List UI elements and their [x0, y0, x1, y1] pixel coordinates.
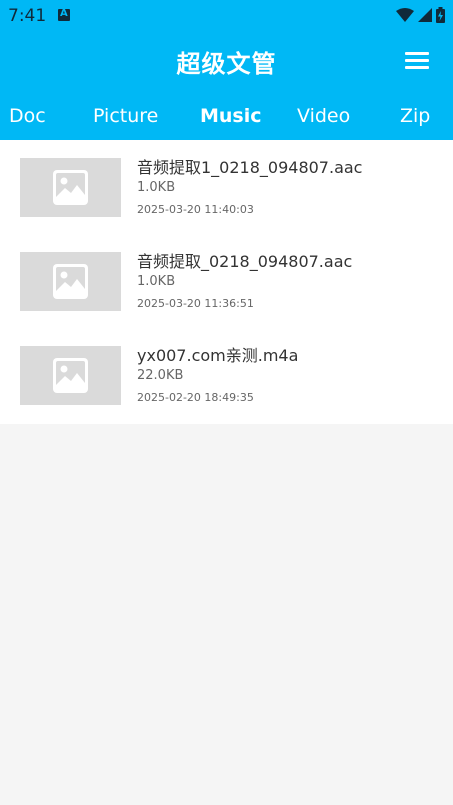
app-title: 超级文管 [176, 50, 277, 78]
tab-video[interactable]: Video [297, 105, 350, 127]
app-bar: 超级文管 [0, 30, 453, 92]
file-item[interactable]: 音频提取1_0218_094807.aac 1.0KB 2025-03-20 1… [0, 140, 453, 234]
file-name: 音频提取_0218_094807.aac [137, 252, 353, 271]
tab-zip[interactable]: Zip [400, 105, 430, 127]
file-date: 2025-03-20 11:40:03 [137, 203, 254, 216]
tab-picture[interactable]: Picture [93, 105, 158, 127]
status-time: 7:41 [8, 6, 47, 26]
image-placeholder-icon [53, 264, 88, 299]
wifi-icon [396, 8, 414, 22]
signal-icon [418, 8, 432, 22]
tab-bar: Doc Picture Music Video Zip [0, 92, 453, 140]
file-list: 音频提取1_0218_094807.aac 1.0KB 2025-03-20 1… [0, 140, 453, 424]
status-icons [396, 6, 445, 24]
tab-doc[interactable]: Doc [9, 105, 46, 127]
menu-line [405, 59, 429, 62]
image-placeholder-icon [53, 170, 88, 205]
file-size: 1.0KB [137, 274, 176, 289]
file-thumbnail [20, 158, 121, 217]
file-date: 2025-03-20 11:36:51 [137, 297, 254, 310]
file-thumbnail [20, 346, 121, 405]
image-placeholder-icon [53, 358, 88, 393]
status-bar: 7:41 [0, 0, 453, 30]
battery-icon [436, 7, 445, 23]
file-name: 音频提取1_0218_094807.aac [137, 158, 363, 177]
file-size: 22.0KB [137, 368, 184, 383]
file-name: yx007.com亲测.m4a [137, 346, 299, 365]
file-date: 2025-02-20 18:49:35 [137, 391, 254, 404]
notification-app-icon [58, 8, 70, 21]
file-item[interactable]: 音频提取_0218_094807.aac 1.0KB 2025-03-20 11… [0, 234, 453, 328]
tab-music[interactable]: Music [200, 105, 262, 127]
file-thumbnail [20, 252, 121, 311]
menu-line [405, 52, 429, 55]
menu-line [405, 66, 429, 69]
file-item[interactable]: yx007.com亲测.m4a 22.0KB 2025-02-20 18:49:… [0, 328, 453, 422]
file-size: 1.0KB [137, 180, 176, 195]
menu-button[interactable] [405, 50, 431, 72]
